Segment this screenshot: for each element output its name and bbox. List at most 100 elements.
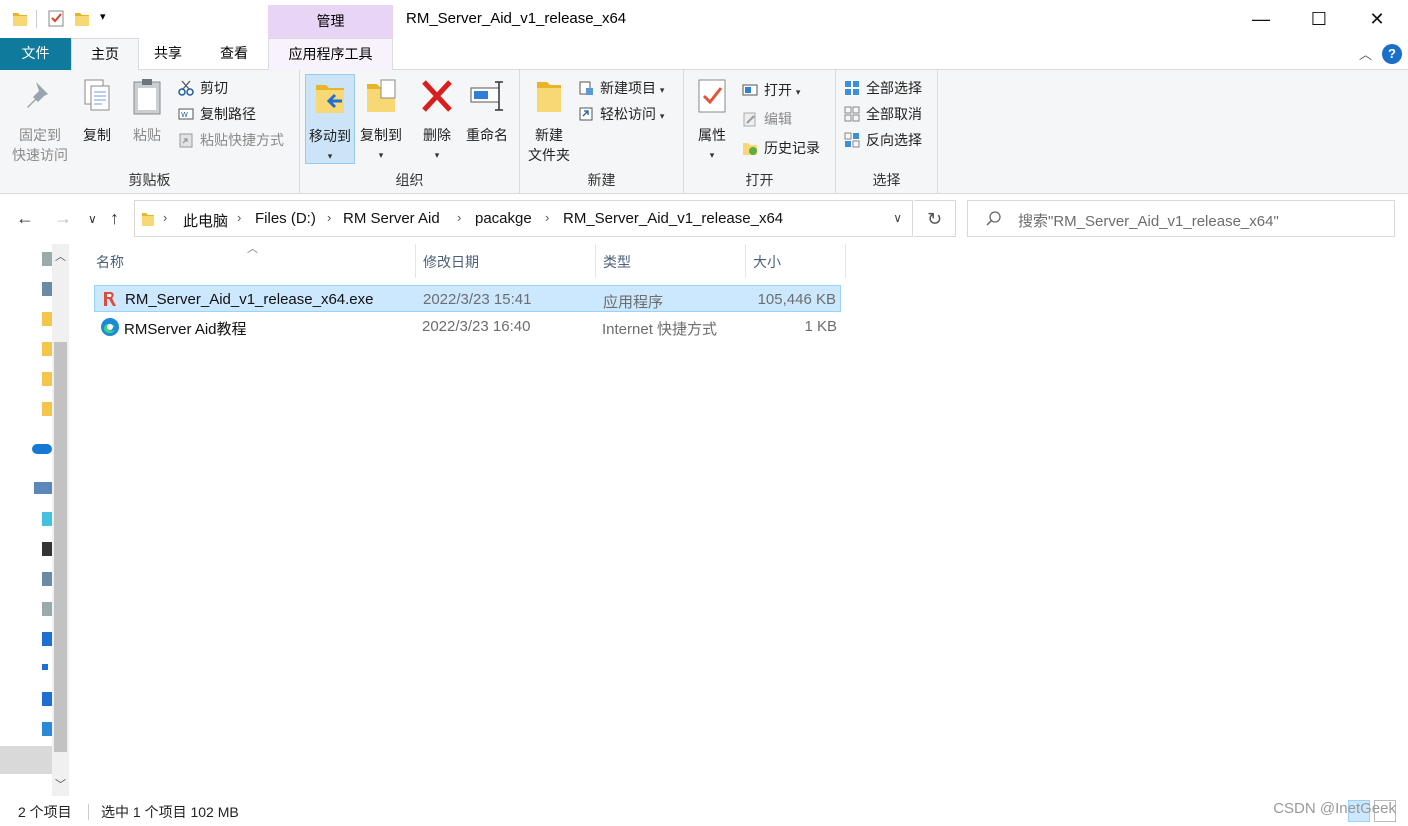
- easy-access-dropdown-icon: ▾: [659, 111, 665, 121]
- breadcrumb-separator-icon[interactable]: ›: [545, 210, 549, 225]
- this-pc-icon[interactable]: [34, 482, 52, 494]
- search-icon: [986, 211, 1001, 226]
- breadcrumb-pacakge[interactable]: pacakge: [475, 210, 532, 227]
- group-label-new: 新建: [587, 172, 616, 188]
- invert-selection-button[interactable]: 反向选择: [844, 128, 922, 152]
- address-dropdown-chevron-icon[interactable]: ∨: [893, 211, 902, 225]
- document-icon[interactable]: [42, 602, 52, 616]
- file-modified: 2022/3/23 16:40: [422, 318, 531, 335]
- select-all-label: 全部选择: [866, 80, 922, 96]
- paste-shortcut-button[interactable]: 粘贴快捷方式: [178, 128, 284, 152]
- tab-app-tools[interactable]: 应用程序工具: [268, 38, 393, 71]
- edit-button[interactable]: 编辑: [742, 107, 792, 131]
- up-arrow-icon[interactable]: ↑: [110, 208, 119, 229]
- delete-icon: [422, 80, 452, 112]
- breadcrumb-separator-icon[interactable]: ›: [163, 210, 167, 225]
- properties-label: 属性: [698, 127, 726, 143]
- scroll-up-icon[interactable]: ︿: [55, 248, 66, 264]
- drive-d-item[interactable]: [0, 746, 52, 774]
- breadcrumb-separator-icon[interactable]: ›: [237, 210, 241, 225]
- column-divider[interactable]: [845, 244, 846, 278]
- address-bar[interactable]: › 此电脑 › Files (D:) › RM Server Aid › pac…: [134, 200, 913, 237]
- move-to-button[interactable]: 移动到 ▾: [305, 74, 355, 164]
- group-select: 全部选择 全部取消 反向选择 选择: [836, 70, 938, 194]
- column-divider[interactable]: [595, 244, 596, 278]
- breadcrumb-separator-icon[interactable]: ›: [457, 210, 461, 225]
- breadcrumb-current-folder[interactable]: RM_Server_Aid_v1_release_x64: [563, 210, 783, 227]
- properties-button[interactable]: 属性 ▾: [692, 74, 732, 165]
- pin-to-quick-access-button[interactable]: 固定到 快速访问: [6, 74, 74, 165]
- minimize-button[interactable]: —: [1232, 0, 1290, 38]
- column-divider[interactable]: [415, 244, 416, 278]
- folder-icon[interactable]: [42, 402, 52, 416]
- close-button[interactable]: ✕: [1348, 0, 1406, 38]
- tab-file[interactable]: 文件: [0, 38, 71, 70]
- column-header-size[interactable]: 大小: [753, 252, 781, 272]
- easy-access-button[interactable]: 轻松访问 ▾: [578, 102, 664, 126]
- breadcrumb-drive-d[interactable]: Files (D:): [255, 210, 316, 227]
- desktop-icon[interactable]: [42, 692, 52, 706]
- column-header-modified[interactable]: 修改日期: [423, 252, 479, 272]
- rename-label: 重命名: [466, 127, 508, 143]
- tab-share[interactable]: 共享: [139, 38, 197, 70]
- windows-drive-icon[interactable]: [42, 722, 52, 736]
- breadcrumb-separator-icon[interactable]: ›: [327, 210, 331, 225]
- tab-view[interactable]: 查看: [205, 38, 263, 70]
- tab-home[interactable]: 主页: [71, 38, 139, 71]
- copy-to-button[interactable]: 复制到 ▾: [356, 74, 406, 165]
- document-icon[interactable]: [42, 252, 52, 266]
- properties-icon[interactable]: [48, 8, 64, 28]
- search-placeholder: 搜索"RM_Server_Aid_v1_release_x64": [1018, 213, 1279, 230]
- copy-icon: [84, 79, 110, 111]
- 3d-objects-icon[interactable]: [42, 512, 52, 526]
- select-all-button[interactable]: 全部选择: [844, 76, 922, 100]
- search-input[interactable]: 搜索"RM_Server_Aid_v1_release_x64": [967, 200, 1395, 237]
- forward-arrow-icon[interactable]: →: [54, 208, 72, 229]
- cut-button[interactable]: 剪切: [178, 76, 228, 100]
- file-row[interactable]: RM_Server_Aid_v1_release_x64.exe 2022/3/…: [94, 285, 841, 312]
- folder-icon[interactable]: [42, 372, 52, 386]
- copy-button[interactable]: 复制: [76, 74, 118, 145]
- column-header-name[interactable]: 名称: [96, 252, 124, 272]
- back-arrow-icon[interactable]: ←: [16, 208, 34, 229]
- help-icon[interactable]: ?: [1382, 44, 1402, 64]
- onedrive-icon[interactable]: [32, 444, 52, 454]
- scrollbar-thumb[interactable]: [54, 342, 67, 752]
- delete-button[interactable]: 删除 ▾: [414, 74, 460, 165]
- column-divider[interactable]: [745, 244, 746, 278]
- new-folder-button[interactable]: 新建 文件夹: [526, 74, 572, 165]
- breadcrumb-rm-server-aid[interactable]: RM Server Aid: [343, 210, 440, 227]
- picture-icon[interactable]: [42, 572, 52, 586]
- customize-toolbar-icon[interactable]: ▾: [100, 10, 116, 30]
- tab-manage[interactable]: 管理: [268, 5, 393, 38]
- file-row[interactable]: RMServer Aid教程 2022/3/23 16:40 Internet …: [94, 313, 841, 340]
- open-button[interactable]: 打开 ▾: [742, 78, 800, 102]
- folder-icon[interactable]: [42, 312, 52, 326]
- rename-button[interactable]: 重命名: [462, 74, 512, 145]
- paste-button[interactable]: 粘贴: [126, 74, 168, 145]
- music-icon[interactable]: [42, 664, 48, 670]
- history-button[interactable]: 历史记录: [742, 136, 820, 160]
- paste-shortcut-label: 粘贴快捷方式: [200, 132, 284, 148]
- folder-icon[interactable]: [42, 342, 52, 356]
- download-icon[interactable]: [42, 632, 52, 646]
- recent-locations-chevron-icon[interactable]: ∨: [88, 212, 97, 226]
- open-icon: [742, 84, 758, 96]
- svg-text:W: W: [181, 111, 188, 119]
- column-header-type[interactable]: 类型: [603, 252, 631, 272]
- breadcrumb-this-pc[interactable]: 此电脑: [183, 210, 228, 231]
- collapse-ribbon-icon[interactable]: ︿: [1359, 44, 1372, 63]
- selection-info: 选中 1 个项目 102 MB: [101, 804, 239, 820]
- new-folder-icon[interactable]: [74, 8, 90, 28]
- clipboard-icon: [133, 79, 161, 115]
- delete-label: 删除: [423, 127, 451, 143]
- video-icon[interactable]: [42, 542, 52, 556]
- select-none-button[interactable]: 全部取消: [844, 102, 922, 126]
- maximize-button[interactable]: ☐: [1290, 0, 1348, 38]
- scroll-down-icon[interactable]: ﹀: [55, 776, 66, 792]
- group-label-clipboard: 剪贴板: [128, 172, 171, 188]
- picture-icon[interactable]: [42, 282, 52, 296]
- refresh-icon[interactable]: ↻: [914, 200, 956, 237]
- new-item-button[interactable]: 新建项目 ▾: [578, 76, 664, 100]
- copy-path-button[interactable]: W 复制路径: [178, 102, 256, 126]
